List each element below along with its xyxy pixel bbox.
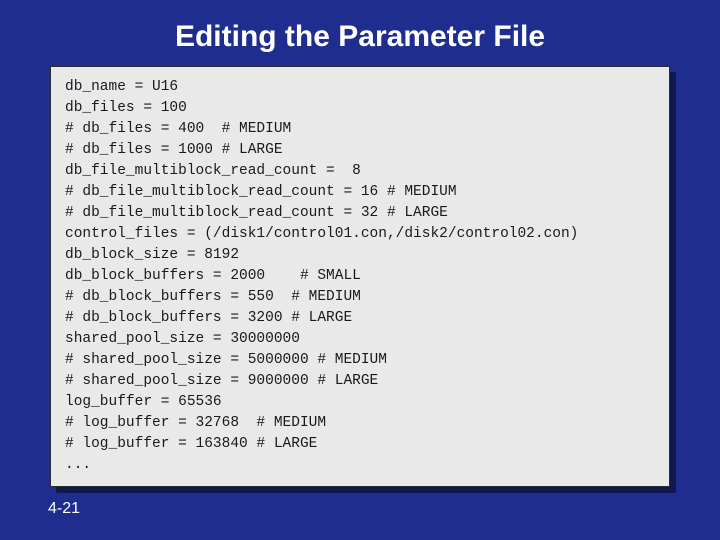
- page-number: 4-21: [48, 500, 80, 518]
- code-panel-wrap: db_name = U16 db_files = 100 # db_files …: [50, 66, 670, 487]
- slide: Editing the Parameter File db_name = U16…: [0, 0, 720, 540]
- parameter-file-code: db_name = U16 db_files = 100 # db_files …: [65, 77, 655, 476]
- page-title: Editing the Parameter File: [40, 20, 680, 54]
- code-panel: db_name = U16 db_files = 100 # db_files …: [50, 66, 670, 487]
